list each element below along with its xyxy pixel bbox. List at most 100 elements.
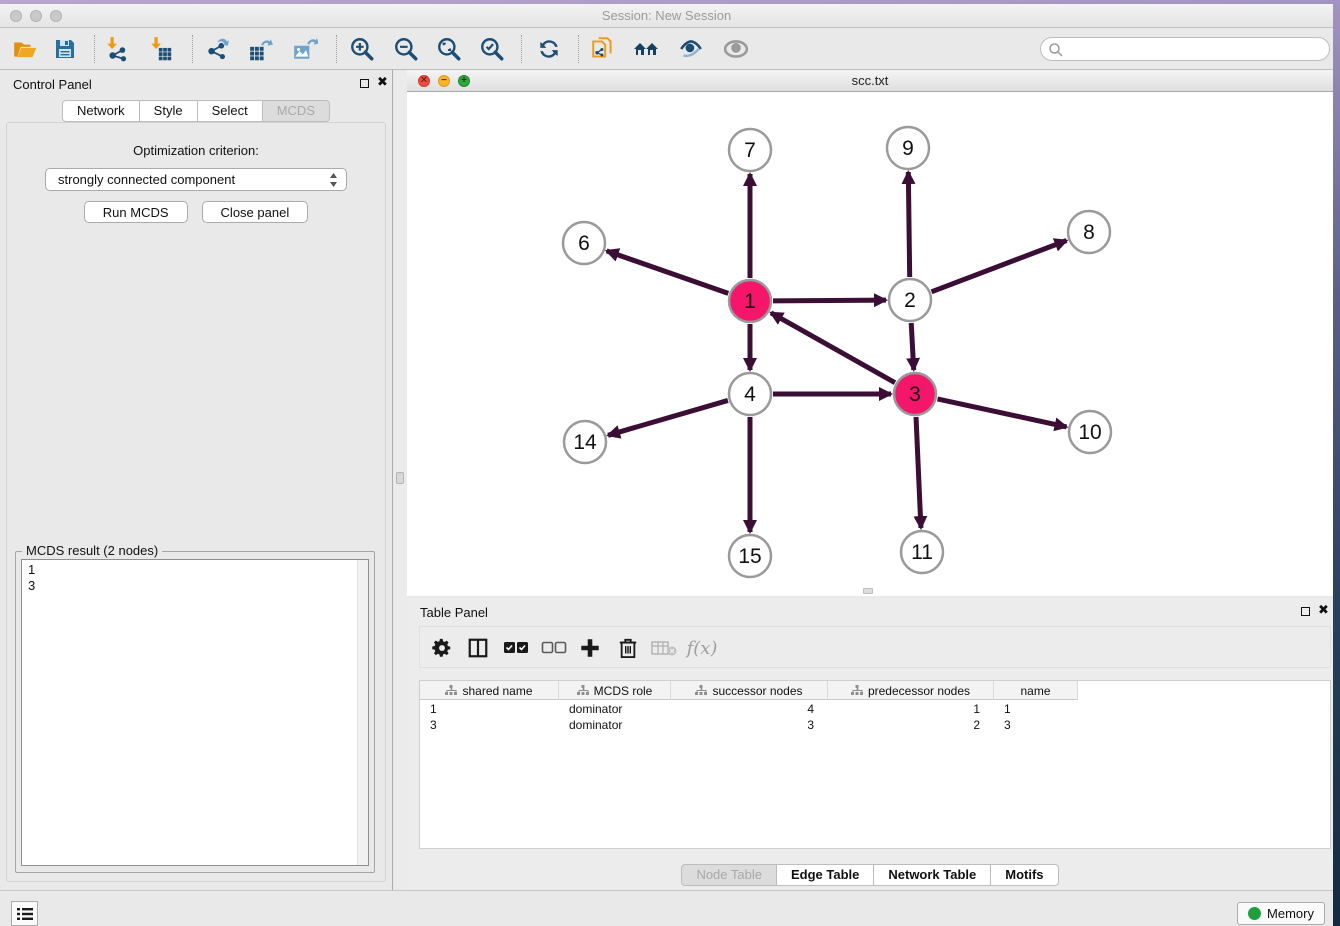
dropdown-stepper-icon	[329, 172, 338, 188]
graph-node-label: 3	[909, 383, 921, 406]
graph-node-label: 14	[573, 431, 597, 454]
select-all-checkboxes-icon[interactable]	[500, 632, 532, 664]
toolbar-separator	[578, 35, 579, 63]
tab-style[interactable]: Style	[140, 100, 198, 122]
zoom-selected-icon[interactable]	[475, 34, 509, 64]
column-header-shared-name[interactable]: shared name	[420, 681, 559, 700]
tab-network[interactable]: Network	[62, 100, 140, 122]
graph-edge-1-6[interactable]	[607, 251, 729, 293]
list-icon	[17, 907, 33, 921]
toolbar-separator	[192, 35, 193, 63]
delete-column-icon[interactable]	[612, 632, 644, 664]
zoom-out-icon[interactable]	[389, 34, 423, 64]
control-panel: Control Panel ✖ NetworkStyleSelectMCDS O…	[0, 70, 393, 890]
toolbar-separator	[94, 35, 95, 63]
optimization-criterion-label: Optimization criterion:	[7, 143, 385, 158]
column-header-predecessor-nodes[interactable]: predecessor nodes	[828, 681, 994, 700]
close-table-panel-icon[interactable]: ✖	[1318, 602, 1329, 618]
graph-edge-1-2[interactable]	[773, 300, 886, 301]
table-cell: 3	[994, 717, 1078, 733]
dropdown-value: strongly connected component	[58, 172, 235, 187]
graph-edge-2-9[interactable]	[908, 172, 909, 277]
add-column-icon[interactable]	[574, 632, 606, 664]
table-row[interactable]: 1dominator411	[420, 701, 1078, 717]
optimization-criterion-select[interactable]: strongly connected component	[45, 168, 347, 191]
table-panel: Table Panel ✖	[407, 598, 1333, 890]
toolbar-separator	[521, 35, 522, 63]
graph-edge-3-10[interactable]	[937, 399, 1066, 427]
table-header-row: shared nameMCDS rolesuccessor nodesprede…	[420, 681, 1078, 700]
export-table-icon[interactable]	[244, 34, 278, 64]
graph-edge-3-11[interactable]	[916, 417, 921, 528]
zoom-fit-icon[interactable]	[432, 34, 466, 64]
column-header-MCDS-role[interactable]: MCDS role	[559, 681, 671, 700]
graph-node-label: 2	[904, 289, 916, 312]
tab-network-table[interactable]: Network Table	[874, 864, 991, 886]
task-history-button[interactable]	[11, 901, 38, 926]
control-panel-tabs: NetworkStyleSelectMCDS	[0, 100, 392, 122]
main-toolbar	[0, 28, 1333, 70]
fx-label: f(x)	[687, 638, 718, 659]
tab-motifs[interactable]: Motifs	[991, 864, 1058, 886]
node-table[interactable]: shared nameMCDS rolesuccessor nodesprede…	[419, 680, 1331, 849]
column-header-name[interactable]: name	[994, 681, 1078, 700]
preview-eye-icon[interactable]	[719, 34, 753, 64]
refresh-icon[interactable]	[532, 34, 566, 64]
graph-edge-2-8[interactable]	[932, 241, 1067, 292]
delete-table-icon[interactable]	[648, 632, 680, 664]
close-panel-button[interactable]: Close panel	[202, 201, 309, 223]
cytoscape-window: Session: New Session	[0, 4, 1333, 926]
mcds-result-group: MCDS result (2 nodes) 13	[15, 551, 375, 873]
float-panel-icon[interactable]	[360, 79, 369, 88]
memory-button[interactable]: Memory	[1237, 902, 1325, 925]
import-table-icon[interactable]	[144, 34, 178, 64]
splitter-grip[interactable]	[396, 472, 404, 484]
tab-mcds[interactable]: MCDS	[263, 100, 330, 122]
split-column-icon[interactable]	[462, 632, 494, 664]
table-cell: dominator	[559, 701, 671, 717]
toolbar-separator	[336, 35, 337, 63]
memory-label: Memory	[1267, 906, 1314, 921]
search-input[interactable]	[1040, 37, 1330, 61]
graph-edge-4-14[interactable]	[608, 400, 728, 435]
table-toolbar: f(x)	[419, 626, 1331, 668]
open-file-icon[interactable]	[8, 34, 42, 64]
result-scrollbar[interactable]	[357, 560, 368, 865]
panel-splitter	[394, 70, 407, 890]
hide-graphics-details-icon[interactable]	[674, 34, 708, 64]
network-view-window: ✕ − + scc.txt 7968124314101511	[407, 70, 1333, 598]
tab-select[interactable]: Select	[198, 100, 263, 122]
tab-edge-table[interactable]: Edge Table	[777, 864, 874, 886]
network-canvas[interactable]: 7968124314101511	[407, 92, 1333, 596]
export-image-icon[interactable]	[288, 34, 322, 64]
function-builder-icon[interactable]: f(x)	[686, 632, 718, 664]
export-network-icon[interactable]	[200, 34, 234, 64]
float-table-panel-icon[interactable]	[1301, 607, 1310, 616]
graph-edge-3-1[interactable]	[771, 313, 895, 383]
graph-node-label: 7	[744, 139, 756, 162]
show-all-networks-icon[interactable]	[630, 34, 664, 64]
duplicate-network-icon[interactable]	[586, 34, 620, 64]
table-cell: 1	[994, 701, 1078, 717]
deselect-all-checkboxes-icon[interactable]	[538, 632, 570, 664]
close-panel-icon[interactable]: ✖	[377, 74, 388, 90]
graph-node-label: 4	[744, 383, 756, 406]
table-row[interactable]: 3dominator323	[420, 717, 1078, 733]
gear-icon[interactable]	[426, 632, 458, 664]
save-session-icon[interactable]	[48, 34, 82, 64]
canvas-splitter-grip[interactable]	[863, 588, 873, 594]
mcds-result-list[interactable]: 13	[21, 559, 369, 866]
zoom-in-icon[interactable]	[345, 34, 379, 64]
table-cell: 3	[671, 717, 828, 733]
tab-node-table[interactable]: Node Table	[681, 864, 777, 886]
result-line: 1	[28, 562, 368, 578]
import-network-icon[interactable]	[100, 34, 134, 64]
network-window-titlebar: ✕ − + scc.txt	[407, 70, 1333, 92]
network-graph[interactable]: 7968124314101511	[407, 92, 1333, 596]
run-mcds-button[interactable]: Run MCDS	[84, 201, 188, 223]
network-window-title: scc.txt	[407, 73, 1333, 88]
column-header-successor-nodes[interactable]: successor nodes	[671, 681, 828, 700]
graph-edge-2-3[interactable]	[911, 323, 914, 370]
graph-node-label: 15	[738, 545, 761, 568]
graph-node-label: 9	[902, 137, 914, 160]
